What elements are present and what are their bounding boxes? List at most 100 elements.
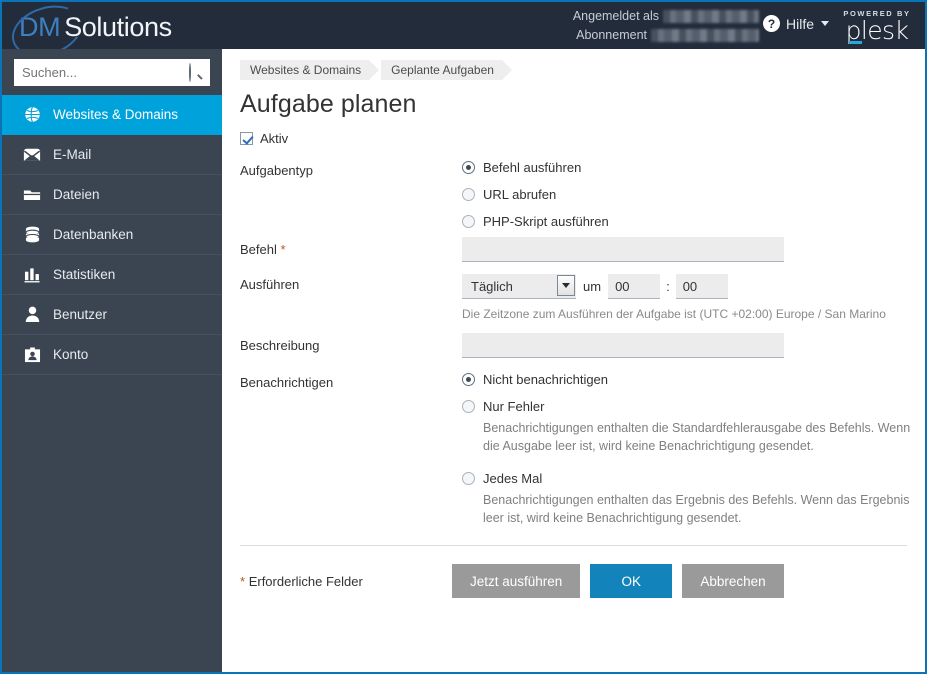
plesk-underline-accent bbox=[849, 41, 862, 44]
radio-button[interactable] bbox=[462, 400, 475, 413]
page-title: Aufgabe planen bbox=[240, 90, 417, 118]
radio-button[interactable] bbox=[462, 188, 475, 201]
brand-solutions-text: Solutions bbox=[64, 11, 172, 42]
ok-button[interactable]: OK bbox=[590, 564, 673, 598]
footer-divider bbox=[240, 545, 907, 546]
subscription-label: Abonnement bbox=[576, 28, 647, 42]
sidebar-navigation: Websites & Domains E-Mail Dateien Datenb… bbox=[2, 49, 222, 672]
command-label: Befehl * bbox=[240, 242, 462, 257]
radio-url-abrufen[interactable]: URL abrufen bbox=[462, 187, 925, 202]
search-icon[interactable] bbox=[189, 63, 203, 82]
command-label-text: Befehl bbox=[240, 242, 277, 257]
chevron-down-icon[interactable] bbox=[557, 275, 575, 296]
radio-button[interactable] bbox=[462, 161, 475, 174]
radio-jedes-mal[interactable]: Jedes Mal bbox=[462, 471, 925, 486]
form-row-notify: Benachrichtigen Nicht benachrichtigen Nu… bbox=[240, 372, 925, 527]
subscription-value-redacted bbox=[651, 29, 759, 42]
sidebar-item-label: Benutzer bbox=[53, 307, 108, 322]
hour-input[interactable] bbox=[608, 274, 661, 299]
sidebar-search-wrapper bbox=[2, 49, 222, 95]
radio-nur-fehler[interactable]: Nur Fehler bbox=[462, 399, 925, 414]
required-marker: * bbox=[240, 573, 246, 589]
breadcrumb-item-geplante-aufgaben[interactable]: Geplante Aufgaben bbox=[381, 60, 512, 80]
breadcrumb-label: Websites & Domains bbox=[250, 63, 362, 77]
radio-label: Nicht benachrichtigen bbox=[483, 372, 609, 387]
active-checkbox-label: Aktiv bbox=[260, 131, 289, 146]
required-fields-text: Erforderliche Felder bbox=[248, 573, 363, 589]
brand-dm-text: DM bbox=[19, 11, 61, 42]
bar-chart-icon bbox=[20, 265, 44, 285]
breadcrumb-item-websites-domains[interactable]: Websites & Domains bbox=[240, 60, 380, 80]
search-input[interactable] bbox=[14, 59, 210, 86]
frequency-value: Täglich bbox=[471, 278, 513, 294]
command-input[interactable] bbox=[462, 237, 784, 262]
active-checkbox-row[interactable]: Aktiv bbox=[240, 131, 925, 146]
help-menu[interactable]: ? Hilfe bbox=[762, 15, 829, 32]
radio-nicht-benachrichtigen[interactable]: Nicht benachrichtigen bbox=[462, 372, 925, 387]
plesk-wordmark: plesk bbox=[835, 18, 919, 44]
user-icon bbox=[20, 305, 44, 325]
sidebar-item-label: Websites & Domains bbox=[53, 107, 179, 122]
top-header-bar: DM Solutions Angemeldet als Abonnement ?… bbox=[2, 0, 925, 65]
notify-label: Benachrichtigen bbox=[240, 375, 334, 390]
sidebar-item-email[interactable]: E-Mail bbox=[2, 135, 222, 175]
time-colon: : bbox=[666, 279, 670, 294]
description-label: Beschreibung bbox=[240, 338, 320, 353]
sidebar-item-label: Konto bbox=[53, 347, 89, 362]
sidebar-item-konto[interactable]: Konto bbox=[2, 335, 222, 375]
required-fields-note: * Erforderliche Felder bbox=[240, 574, 452, 589]
plesk-logo: POWERED BY plesk bbox=[835, 9, 919, 44]
radio-php-skript-ausfuehren[interactable]: PHP-Skript ausführen bbox=[462, 214, 925, 229]
sidebar-item-label: E-Mail bbox=[53, 147, 92, 162]
timezone-hint: Die Zeitzone zum Ausführen der Aufgabe i… bbox=[462, 307, 886, 321]
required-marker: * bbox=[280, 242, 286, 257]
form-row-run-schedule: Ausführen Täglich um : bbox=[240, 274, 925, 323]
brand-logo[interactable]: DM Solutions bbox=[5, 0, 172, 65]
radio-button[interactable] bbox=[462, 472, 475, 485]
minute-input[interactable] bbox=[675, 274, 728, 299]
sidebar-item-datenbanken[interactable]: Datenbanken bbox=[2, 215, 222, 255]
sidebar-item-dateien[interactable]: Dateien bbox=[2, 175, 222, 215]
radio-label: Jedes Mal bbox=[483, 471, 543, 486]
run-label: Ausführen bbox=[240, 277, 300, 292]
radio-label: Befehl ausführen bbox=[483, 160, 582, 175]
frequency-select-wrapper[interactable]: Täglich bbox=[462, 274, 576, 299]
breadcrumb-label: Geplante Aufgaben bbox=[391, 63, 494, 77]
main-content: Websites & Domains Geplante Aufgaben Auf… bbox=[222, 49, 925, 672]
notify-hint-jedes-mal: Benachrichtigungen enthalten das Ergebni… bbox=[483, 493, 910, 525]
search-box[interactable] bbox=[14, 59, 210, 86]
form-row-command: Befehl * bbox=[240, 237, 925, 262]
help-label: Hilfe bbox=[785, 15, 814, 32]
active-checkbox[interactable] bbox=[240, 132, 253, 145]
radio-befehl-ausfuehren[interactable]: Befehl ausführen bbox=[462, 160, 925, 175]
chevron-down-icon bbox=[821, 21, 829, 26]
notify-options: Nicht benachrichtigen Nur Fehler Benachr… bbox=[462, 372, 925, 527]
sidebar-item-label: Datenbanken bbox=[53, 227, 134, 242]
id-card-icon bbox=[20, 345, 44, 365]
folder-icon bbox=[20, 185, 44, 205]
schedule-controls: Täglich um : bbox=[462, 274, 925, 299]
schedule-task-form: Aufgabentyp Befehl ausführen URL abrufen… bbox=[222, 160, 925, 527]
form-row-description: Beschreibung bbox=[240, 333, 925, 358]
question-mark-circle-icon: ? bbox=[762, 15, 780, 32]
breadcrumb: Websites & Domains Geplante Aufgaben bbox=[240, 60, 925, 80]
form-row-task-type: Aufgabentyp Befehl ausführen URL abrufen… bbox=[240, 160, 925, 237]
radio-button[interactable] bbox=[462, 215, 475, 228]
sidebar-item-websites-domains[interactable]: Websites & Domains bbox=[2, 95, 222, 135]
description-input[interactable] bbox=[462, 333, 784, 358]
account-info: Angemeldet als Abonnement bbox=[549, 7, 759, 45]
database-icon bbox=[20, 225, 44, 245]
globe-icon bbox=[20, 105, 44, 125]
task-type-options: Befehl ausführen URL abrufen PHP-Skript … bbox=[462, 160, 925, 237]
sidebar-item-statistiken[interactable]: Statistiken bbox=[2, 255, 222, 295]
run-now-button[interactable]: Jetzt ausführen bbox=[452, 564, 581, 598]
logged-in-value-redacted bbox=[663, 10, 759, 23]
radio-label: PHP-Skript ausführen bbox=[483, 214, 609, 229]
cancel-button[interactable]: Abbrechen bbox=[682, 564, 784, 598]
radio-button[interactable] bbox=[462, 373, 475, 386]
logged-in-label: Angemeldet als bbox=[572, 9, 659, 23]
at-label: um bbox=[583, 279, 602, 294]
sidebar-item-benutzer[interactable]: Benutzer bbox=[2, 295, 222, 335]
task-type-label: Aufgabentyp bbox=[240, 163, 314, 178]
app-window: DM Solutions Angemeldet als Abonnement ?… bbox=[0, 0, 927, 674]
